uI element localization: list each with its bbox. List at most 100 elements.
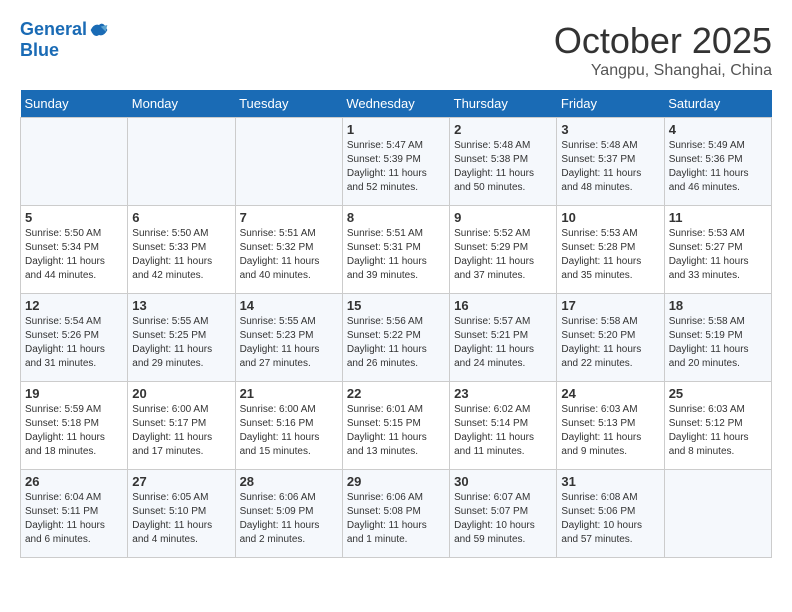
col-header-sunday: Sunday [21,90,128,118]
day-info: Sunrise: 6:06 AMSunset: 5:08 PMDaylight:… [347,491,445,547]
calendar-cell: 22 Sunrise: 6:01 AMSunset: 5:15 PMDayligh… [342,382,449,470]
calendar-cell: 12 Sunrise: 5:54 AMSunset: 5:26 PMDayligh… [21,294,128,382]
day-number: 23 [454,386,552,401]
day-number: 21 [240,386,338,401]
day-info: Sunrise: 5:59 AMSunset: 5:18 PMDaylight:… [25,403,123,459]
col-header-friday: Friday [557,90,664,118]
calendar-cell: 29Sunrise: 6:06 AMSunset: 5:08 PMDayligh… [342,470,449,558]
calendar-cell: 20Sunrise: 6:00 AMSunset: 5:17 PMDayligh… [128,382,235,470]
calendar-week-5: 26 Sunrise: 6:04 AMSunset: 5:11 PMDayligh… [21,470,772,558]
calendar-cell: 14Sunrise: 5:55 AMSunset: 5:23 PMDayligh… [235,294,342,382]
calendar-table: SundayMondayTuesdayWednesdayThursdayFrid… [20,90,772,558]
calendar-cell: 1 Sunrise: 5:47 AMSunset: 5:39 PMDaylight… [342,118,449,206]
day-number: 22 [347,386,445,401]
calendar-cell: 5 Sunrise: 5:50 AMSunset: 5:34 PMDaylight… [21,206,128,294]
calendar-cell: 16 Sunrise: 5:57 AMSunset: 5:21 PMDayligh… [450,294,557,382]
day-number: 4 [669,122,767,137]
day-number: 30 [454,474,552,489]
calendar-cell: 2Sunrise: 5:48 AMSunset: 5:38 PMDaylight… [450,118,557,206]
logo: General Blue [20,20,109,61]
day-info: Sunrise: 5:53 AMSunset: 5:27 PMDaylight:… [669,227,767,283]
day-number: 12 [25,298,123,313]
day-info: Sunrise: 5:47 AMSunset: 5:39 PMDaylight:… [347,139,445,195]
day-number: 16 [454,298,552,313]
calendar-cell: 4Sunrise: 5:49 AMSunset: 5:36 PMDaylight… [664,118,771,206]
calendar-cell [128,118,235,206]
day-number: 31 [561,474,659,489]
calendar-cell: 28 Sunrise: 6:06 AMSunset: 5:09 PMDayligh… [235,470,342,558]
day-number: 18 [669,298,767,313]
calendar-cell: 17 Sunrise: 5:58 AMSunset: 5:20 PMDayligh… [557,294,664,382]
day-info: Sunrise: 5:58 AMSunset: 5:19 PMDaylight:… [669,315,767,371]
calendar-cell: 23 Sunrise: 6:02 AMSunset: 5:14 PMDayligh… [450,382,557,470]
calendar-week-2: 5 Sunrise: 5:50 AMSunset: 5:34 PMDaylight… [21,206,772,294]
day-number: 19 [25,386,123,401]
calendar-cell: 7Sunrise: 5:51 AMSunset: 5:32 PMDaylight… [235,206,342,294]
day-number: 11 [669,210,767,225]
day-number: 20 [132,386,230,401]
day-info: Sunrise: 5:50 AMSunset: 5:34 PMDaylight:… [25,227,123,283]
calendar-cell: 8Sunrise: 5:51 AMSunset: 5:31 PMDaylight… [342,206,449,294]
day-info: Sunrise: 5:57 AMSunset: 5:21 PMDaylight:… [454,315,552,371]
calendar-cell: 24 Sunrise: 6:03 AMSunset: 5:13 PMDayligh… [557,382,664,470]
calendar-cell: 30Sunrise: 6:07 AMSunset: 5:07 PMDayligh… [450,470,557,558]
day-number: 15 [347,298,445,313]
day-info: Sunrise: 5:58 AMSunset: 5:20 PMDaylight:… [561,315,659,371]
location: Yangpu, Shanghai, China [554,62,772,80]
day-info: Sunrise: 6:08 AMSunset: 5:06 PMDaylight:… [561,491,659,547]
calendar-cell: 31 Sunrise: 6:08 AMSunset: 5:06 PMDayligh… [557,470,664,558]
calendar-cell: 13 Sunrise: 5:55 AMSunset: 5:25 PMDayligh… [128,294,235,382]
calendar-cell: 26 Sunrise: 6:04 AMSunset: 5:11 PMDayligh… [21,470,128,558]
day-number: 24 [561,386,659,401]
day-number: 2 [454,122,552,137]
day-info: Sunrise: 6:06 AMSunset: 5:09 PMDaylight:… [240,491,338,547]
day-number: 5 [25,210,123,225]
title-block: October 2025 Yangpu, Shanghai, China [554,20,772,80]
day-info: Sunrise: 5:50 AMSunset: 5:33 PMDaylight:… [132,227,230,283]
day-number: 6 [132,210,230,225]
logo-icon [89,20,109,40]
day-number: 27 [132,474,230,489]
day-info: Sunrise: 5:53 AMSunset: 5:28 PMDaylight:… [561,227,659,283]
calendar-week-1: 1 Sunrise: 5:47 AMSunset: 5:39 PMDaylight… [21,118,772,206]
day-info: Sunrise: 6:03 AMSunset: 5:12 PMDaylight:… [669,403,767,459]
day-info: Sunrise: 6:02 AMSunset: 5:14 PMDaylight:… [454,403,552,459]
day-info: Sunrise: 6:01 AMSunset: 5:15 PMDaylight:… [347,403,445,459]
day-number: 26 [25,474,123,489]
calendar-cell: 18 Sunrise: 5:58 AMSunset: 5:19 PMDayligh… [664,294,771,382]
day-number: 13 [132,298,230,313]
calendar-body: 1 Sunrise: 5:47 AMSunset: 5:39 PMDaylight… [21,118,772,558]
day-info: Sunrise: 5:55 AMSunset: 5:25 PMDaylight:… [132,315,230,371]
col-header-monday: Monday [128,90,235,118]
calendar-cell: 11 Sunrise: 5:53 AMSunset: 5:27 PMDayligh… [664,206,771,294]
calendar-cell: 27 Sunrise: 6:05 AMSunset: 5:10 PMDayligh… [128,470,235,558]
page-header: General Blue October 2025 Yangpu, Shangh… [20,20,772,80]
day-info: Sunrise: 6:04 AMSunset: 5:11 PMDaylight:… [25,491,123,547]
day-number: 1 [347,122,445,137]
calendar-header-row: SundayMondayTuesdayWednesdayThursdayFrid… [21,90,772,118]
day-number: 9 [454,210,552,225]
col-header-thursday: Thursday [450,90,557,118]
day-info: Sunrise: 6:05 AMSunset: 5:10 PMDaylight:… [132,491,230,547]
calendar-cell: 10 Sunrise: 5:53 AMSunset: 5:28 PMDayligh… [557,206,664,294]
day-info: Sunrise: 5:52 AMSunset: 5:29 PMDaylight:… [454,227,552,283]
day-number: 25 [669,386,767,401]
day-number: 10 [561,210,659,225]
logo-blue: Blue [20,40,59,61]
day-number: 3 [561,122,659,137]
calendar-cell: 21 Sunrise: 6:00 AMSunset: 5:16 PMDayligh… [235,382,342,470]
calendar-cell: 9 Sunrise: 5:52 AMSunset: 5:29 PMDaylight… [450,206,557,294]
day-info: Sunrise: 5:55 AMSunset: 5:23 PMDaylight:… [240,315,338,371]
day-info: Sunrise: 6:03 AMSunset: 5:13 PMDaylight:… [561,403,659,459]
calendar-week-3: 12 Sunrise: 5:54 AMSunset: 5:26 PMDayligh… [21,294,772,382]
day-info: Sunrise: 6:00 AMSunset: 5:16 PMDaylight:… [240,403,338,459]
calendar-cell: 3 Sunrise: 5:48 AMSunset: 5:37 PMDaylight… [557,118,664,206]
day-number: 28 [240,474,338,489]
day-number: 17 [561,298,659,313]
day-info: Sunrise: 5:54 AMSunset: 5:26 PMDaylight:… [25,315,123,371]
day-info: Sunrise: 5:48 AMSunset: 5:37 PMDaylight:… [561,139,659,195]
col-header-tuesday: Tuesday [235,90,342,118]
col-header-wednesday: Wednesday [342,90,449,118]
day-number: 7 [240,210,338,225]
logo-text: General [20,20,87,40]
